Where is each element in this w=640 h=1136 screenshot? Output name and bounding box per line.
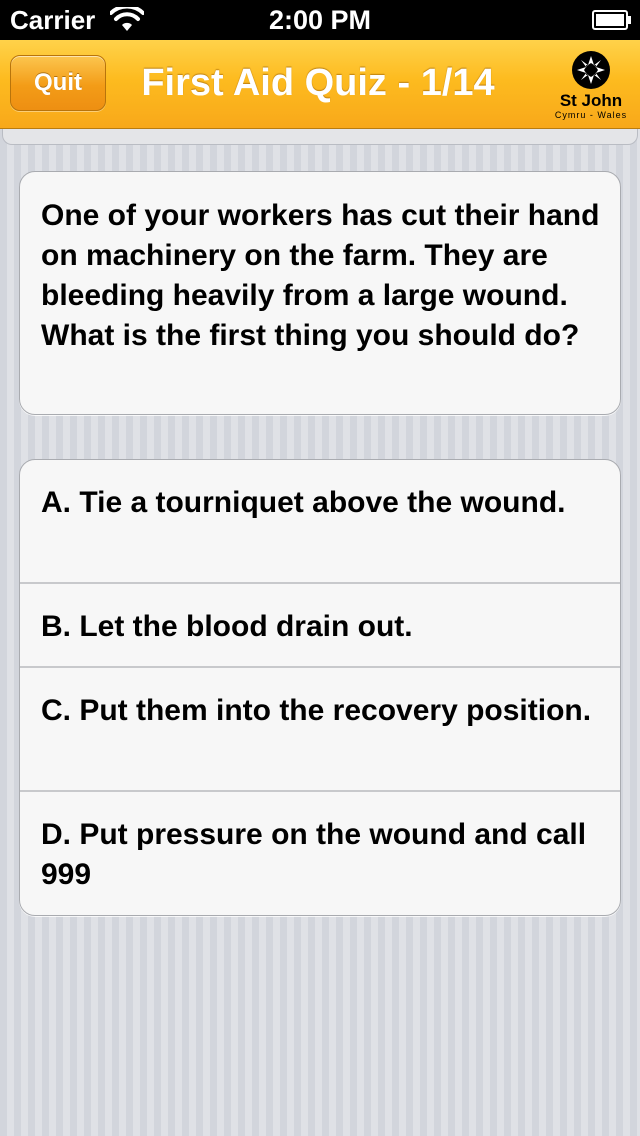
page-title: First Aid Quiz - 1/14 — [141, 62, 495, 104]
status-time: 2:00 PM — [268, 5, 372, 35]
answer-list: A. Tie a tourniquet above the wound. B. … — [19, 459, 621, 916]
question-text: One of your workers has cut their hand o… — [41, 199, 600, 352]
logo-subtitle: Cymru - Wales — [554, 110, 628, 120]
logo-name: St John — [559, 91, 623, 110]
navigation-bar: Quit First Aid Quiz - 1/14 St John Cymru… — [0, 40, 640, 129]
toolbar-strip — [2, 129, 638, 145]
answer-option-d[interactable]: D. Put pressure on the wound and call 99… — [20, 792, 620, 915]
quit-button[interactable]: Quit — [10, 55, 106, 111]
st-john-cross-icon — [572, 51, 610, 89]
question-card: One of your workers has cut their hand o… — [19, 171, 621, 415]
st-john-logo: St John Cymru - Wales — [546, 50, 636, 122]
answer-option-c[interactable]: C. Put them into the recovery position. — [20, 668, 620, 792]
answer-option-a[interactable]: A. Tie a tourniquet above the wound. — [20, 460, 620, 584]
status-bar: Carrier 2:00 PM — [0, 0, 640, 40]
battery-icon — [592, 10, 631, 30]
answer-option-b[interactable]: B. Let the blood drain out. — [20, 584, 620, 668]
